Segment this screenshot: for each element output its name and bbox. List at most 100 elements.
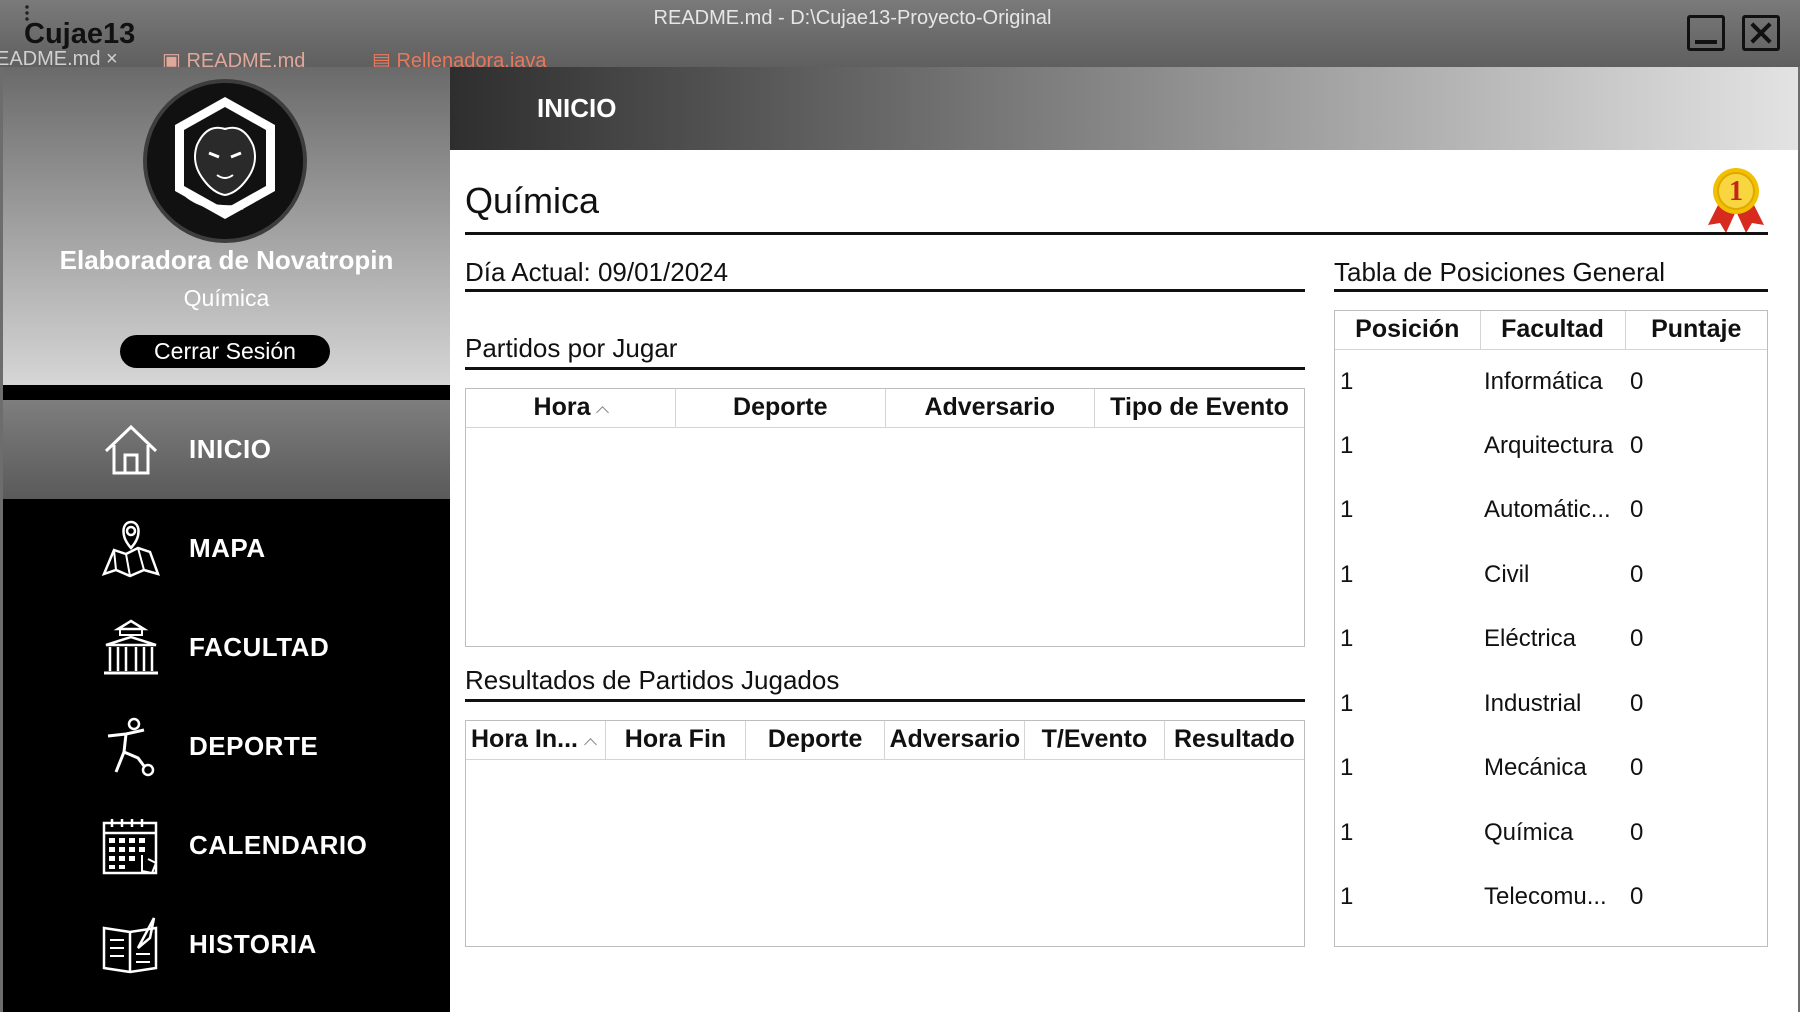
close-button[interactable] <box>1742 15 1780 51</box>
faculty-cell: Mecánica <box>1484 754 1587 782</box>
table-row[interactable]: 1 Industrial 0 <box>1335 672 1767 737</box>
current-day-label: Día Actual: 09/01/2024 <box>465 257 729 287</box>
nav-item-deporte[interactable]: DEPORTE <box>3 697 450 796</box>
position-cell: 1 <box>1340 560 1354 588</box>
faculty-cell: Telecomu... <box>1484 883 1607 911</box>
page-title: INICIO <box>537 93 617 123</box>
medal-icon: 1 <box>1708 168 1764 233</box>
column-header-hora[interactable]: Hora <box>466 389 676 428</box>
column-header-facultad[interactable]: Facultad <box>1480 311 1626 350</box>
main-panel: INICIO Química 1 Día Actual: 09/01/2024 … <box>450 67 1798 1012</box>
score-cell: 0 <box>1630 496 1644 524</box>
faculty-cell: Automátic... <box>1484 496 1611 524</box>
faculty-cell: Informática <box>1484 367 1603 395</box>
column-header-hora-inicio[interactable]: Hora In... <box>466 721 607 760</box>
position-cell: 1 <box>1340 883 1354 911</box>
window-file-title: README.md - D:\Cujae13-Proyecto-Original <box>653 7 1052 29</box>
score-cell: 0 <box>1630 431 1644 459</box>
column-header-puntaje[interactable]: Puntaje <box>1625 311 1767 350</box>
column-header-adversario[interactable]: Adversario <box>884 721 1026 760</box>
table-row[interactable]: 1 Química 0 <box>1335 801 1767 866</box>
sort-ascending-icon <box>596 406 610 420</box>
user-name: Elaboradora de Novatropin <box>59 245 394 275</box>
sidebar: Elaboradora de Novatropin Química Cerrar… <box>3 67 450 1012</box>
table-row[interactable]: 1 Arquitectura 0 <box>1335 414 1767 479</box>
minimize-button[interactable] <box>1687 15 1725 51</box>
score-cell: 0 <box>1630 754 1644 782</box>
column-header-tipo-evento[interactable]: Tipo de Evento <box>1094 389 1304 428</box>
map-icon <box>101 520 161 577</box>
section-divider <box>1334 289 1768 292</box>
header-label: Hora In... <box>471 725 578 754</box>
score-cell: 0 <box>1630 625 1644 653</box>
column-header-resultado[interactable]: Resultado <box>1164 721 1304 760</box>
profile-panel: Elaboradora de Novatropin Química Cerrar… <box>3 67 450 385</box>
nav-item-inicio[interactable]: INICIO <box>3 400 450 499</box>
score-cell: 0 <box>1630 689 1644 717</box>
nav-item-calendario[interactable]: CALENDARIO <box>3 796 450 895</box>
title-bar[interactable]: README.md - D:\Cujae13-Proyecto-Original… <box>0 0 1800 72</box>
results-table[interactable]: Hora In... Hora Fin Deporte Adversario T… <box>465 720 1305 947</box>
faculty-building-icon <box>104 619 158 674</box>
faculty-cell: Arquitectura <box>1484 431 1614 459</box>
score-cell: 0 <box>1630 883 1644 911</box>
nav-item-facultad[interactable]: FACULTAD <box>3 598 450 697</box>
section-divider <box>465 699 1305 702</box>
logout-button[interactable]: Cerrar Sesión <box>120 335 330 368</box>
nav-label: INICIO <box>189 434 272 464</box>
position-cell: 1 <box>1340 754 1354 782</box>
nav-item-historia[interactable]: HISTORIA <box>3 895 450 994</box>
nav-label: CALENDARIO <box>189 830 368 860</box>
panther-logo-icon <box>147 83 303 239</box>
history-book-icon <box>102 916 158 973</box>
column-header-t-evento[interactable]: T/Evento <box>1024 721 1165 760</box>
score-cell: 0 <box>1630 367 1644 395</box>
sport-player-icon <box>107 717 155 776</box>
column-header-deporte[interactable]: Deporte <box>675 389 886 428</box>
nav-item-mapa[interactable]: MAPA <box>3 499 450 598</box>
calendar-icon <box>102 818 158 874</box>
app-title: Cujae13 <box>24 18 136 50</box>
table-row[interactable]: 1 Mecánica 0 <box>1335 736 1767 801</box>
nav-label: FACULTAD <box>189 632 330 662</box>
nav-label: MAPA <box>189 533 266 563</box>
sort-ascending-icon <box>584 738 597 752</box>
position-cell: 1 <box>1340 625 1354 653</box>
column-header-deporte[interactable]: Deporte <box>745 721 886 760</box>
avatar <box>143 79 307 243</box>
app-window: README.md - D:\Cujae13-Proyecto-Original… <box>0 0 1800 1012</box>
table-row[interactable]: 1 Automátic... 0 <box>1335 478 1767 543</box>
column-header-hora-fin[interactable]: Hora Fin <box>605 721 746 760</box>
column-header-adversario[interactable]: Adversario <box>885 389 1095 428</box>
user-faculty: Química <box>183 285 270 311</box>
faculty-cell: Civil <box>1484 560 1530 588</box>
table-row[interactable]: 1 Telecomu... 0 <box>1335 865 1767 930</box>
pending-matches-title: Partidos por Jugar <box>465 333 678 363</box>
title-divider <box>465 232 1768 235</box>
table-row[interactable]: 1 Civil 0 <box>1335 543 1767 608</box>
nav-label: DEPORTE <box>189 731 319 761</box>
standings-table[interactable]: Posición Facultad Puntaje 1 Informática 0 1… <box>1334 310 1768 947</box>
header-label: Hora <box>533 393 591 422</box>
faculty-cell: Eléctrica <box>1484 625 1577 653</box>
faculty-cell: Química <box>1484 818 1574 846</box>
score-cell: 0 <box>1630 560 1644 588</box>
home-icon <box>104 424 158 474</box>
position-cell: 1 <box>1340 431 1354 459</box>
nav-label: HISTORIA <box>189 929 317 959</box>
faculty-title: Química <box>465 180 600 221</box>
position-cell: 1 <box>1340 818 1354 846</box>
standings-body: 1 Informática 0 1 Arquitectura 0 1 Automátic...… <box>1335 349 1767 930</box>
position-cell: 1 <box>1340 689 1354 717</box>
faculty-cell: Industrial <box>1484 689 1582 717</box>
section-divider <box>465 367 1305 370</box>
pending-matches-table[interactable]: Hora Deporte Adversario Tipo de Evento <box>465 388 1305 647</box>
table-row[interactable]: 1 Eléctrica 0 <box>1335 607 1767 672</box>
results-title: Resultados de Partidos Jugados <box>465 665 840 695</box>
page-header: INICIO <box>450 67 1798 150</box>
position-cell: 1 <box>1340 496 1354 524</box>
position-cell: 1 <box>1340 367 1354 395</box>
standings-title: Tabla de Posiciones General <box>1334 257 1665 287</box>
column-header-posicion[interactable]: Posición <box>1335 311 1481 350</box>
table-row[interactable]: 1 Informática 0 <box>1335 349 1767 414</box>
